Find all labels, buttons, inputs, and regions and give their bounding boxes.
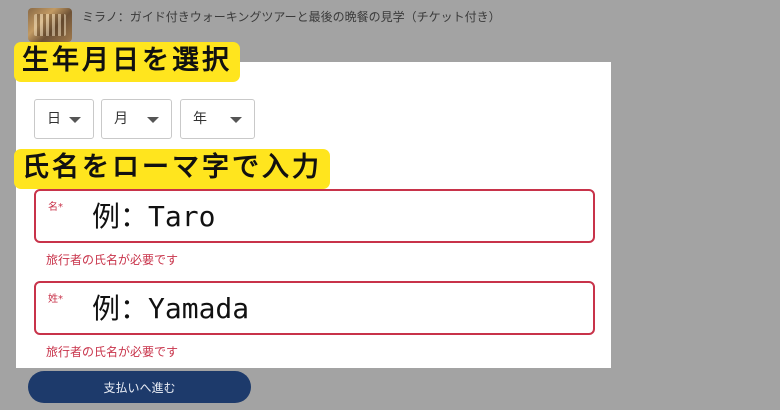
- last-name-error: 旅行者の氏名が必要です: [46, 345, 179, 359]
- name-instruction-callout: 氏名をローマ字で入力: [14, 149, 330, 189]
- birth-month-value: 月: [114, 111, 128, 127]
- tour-title: ミラノ：ガイド付きウォーキングツアーと最後の晩餐の見学（チケット付き）: [82, 10, 501, 24]
- birth-year-select[interactable]: 年: [180, 99, 255, 139]
- birth-day-select[interactable]: 日: [34, 99, 94, 139]
- first-name-label: 名*: [48, 202, 63, 213]
- tour-thumbnail: [28, 8, 72, 42]
- birth-month-select[interactable]: 月: [101, 99, 172, 139]
- first-name-input[interactable]: [92, 195, 572, 237]
- first-name-field: 名*: [34, 189, 595, 243]
- chevron-down-icon: [147, 117, 159, 123]
- birth-year-value: 年: [193, 111, 207, 127]
- dob-instruction-callout: 生年月日を選択: [14, 42, 240, 82]
- proceed-to-payment-button[interactable]: 支払いへ進む: [28, 371, 251, 403]
- chevron-down-icon: [230, 117, 242, 123]
- first-name-error: 旅行者の氏名が必要です: [46, 253, 179, 267]
- birth-day-value: 日: [47, 111, 61, 127]
- last-name-label: 姓*: [48, 294, 63, 305]
- last-name-input[interactable]: [92, 287, 572, 329]
- last-name-field: 姓*: [34, 281, 595, 335]
- chevron-down-icon: [69, 117, 81, 123]
